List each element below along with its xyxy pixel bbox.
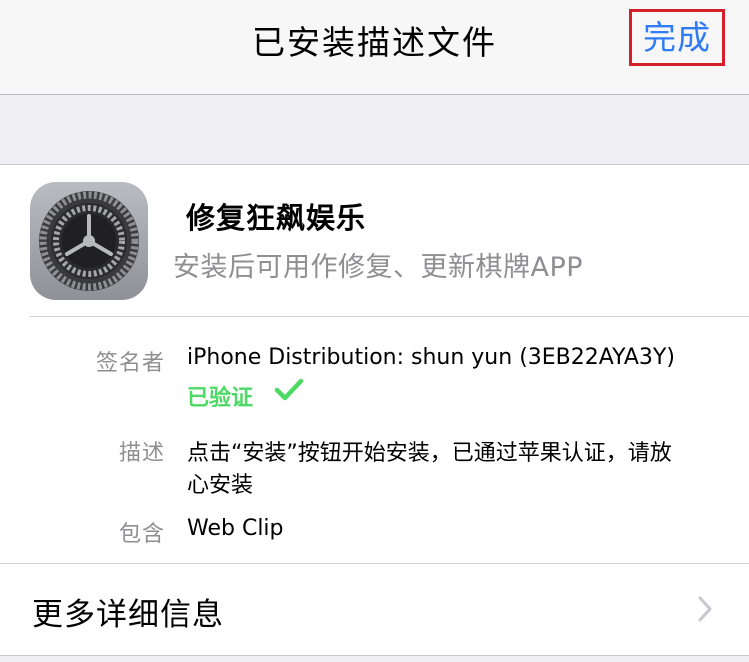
signer-label: 签名者 (95, 351, 165, 376)
profile-card: 修复狂飙娱乐 安装后可用作修复、更新棋牌APP 签名者 iPhone Distr… (0, 164, 749, 656)
description-label: 描述 (118, 441, 165, 466)
more-details-row[interactable]: 更多详细信息 (32, 589, 224, 634)
navigation-bar: 已安装描述文件 完成 (0, 0, 749, 95)
description-line-1: 点击“安装”按钮开始安装，已通过苹果认证，请放 (187, 441, 672, 466)
settings-gear-icon (30, 182, 148, 300)
divider (30, 316, 749, 317)
description-line-2: 心安装 (187, 473, 254, 498)
done-button[interactable]: 完成 (629, 9, 725, 66)
profile-subtitle: 安装后可用作修复、更新棋牌APP (173, 252, 584, 283)
contains-value: Web Clip (187, 516, 284, 541)
chevron-right-icon (698, 596, 712, 622)
signer-value: iPhone Distribution: shun yun (3EB22AYA3… (187, 345, 675, 370)
divider (0, 563, 749, 564)
checkmark-icon (274, 378, 304, 401)
verified-label: 已验证 (187, 386, 254, 411)
profile-name: 修复狂飙娱乐 (186, 201, 367, 235)
contains-label: 包含 (118, 522, 165, 547)
